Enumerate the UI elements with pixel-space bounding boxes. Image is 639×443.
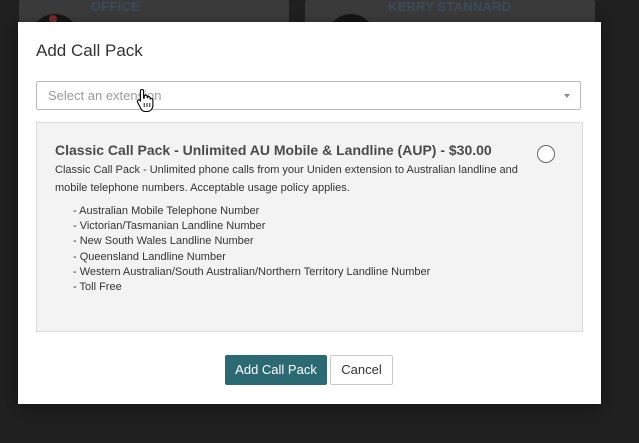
cancel-button[interactable]: Cancel [330,355,393,385]
call-pack-description: Classic Call Pack - Unlimited phone call… [55,164,518,194]
feature-item: - Western Australian/South Australian/No… [73,265,431,278]
call-pack-title: Classic Call Pack - Unlimited AU Mobile … [55,142,492,158]
chevron-down-icon [564,94,570,98]
call-pack-option[interactable]: Classic Call Pack - Unlimited AU Mobile … [36,122,583,332]
feature-item: - Toll Free [73,281,122,294]
feature-item: - Australian Mobile Telephone Number [73,205,260,217]
call-pack-features: - Australian Mobile Telephone Number - V… [73,204,430,295]
feature-item: - Queensland Landline Number [73,250,226,263]
add-call-pack-modal: Add Call Pack Select an extension Classi… [18,22,601,404]
add-call-pack-button[interactable]: Add Call Pack [225,355,327,385]
modal-title: Add Call Pack [36,41,143,60]
extension-select[interactable]: Select an extension [36,81,581,110]
background-card-name: OFFICE [91,0,140,14]
hand-pointer-icon [136,88,154,112]
feature-item: - Victorian/Tasmanian Landline Number [73,220,266,233]
call-pack-radio[interactable] [537,145,555,163]
feature-item: - New South Wales Landline Number [73,235,254,248]
background-card-name: KERRY STANNARD [388,0,512,14]
